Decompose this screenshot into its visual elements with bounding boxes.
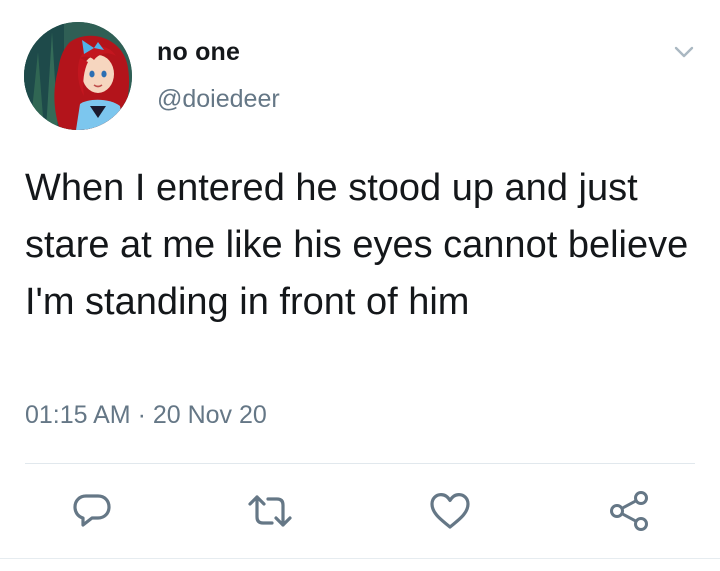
user-handle[interactable]: @doiedeer xyxy=(157,85,280,114)
display-name[interactable]: no one xyxy=(157,38,240,67)
reply-icon xyxy=(73,494,111,527)
retweet-icon xyxy=(248,495,292,527)
heart-icon xyxy=(430,493,470,529)
reply-button[interactable] xyxy=(67,486,117,536)
divider xyxy=(25,463,695,464)
tweet-card: no one @doiedeer When I entered he stood… xyxy=(0,0,720,571)
tweet-timestamp[interactable]: 01:15 AM · 20 Nov 20 xyxy=(25,401,267,430)
bottom-divider xyxy=(0,558,720,559)
share-button[interactable] xyxy=(604,486,654,536)
action-bar xyxy=(0,486,720,536)
avatar-image xyxy=(24,22,132,130)
retweet-button[interactable] xyxy=(245,486,295,536)
chevron-down-icon[interactable] xyxy=(670,38,698,66)
like-button[interactable] xyxy=(425,486,475,536)
share-icon xyxy=(610,491,648,531)
tweet-text: When I entered he stood up and just star… xyxy=(25,167,689,323)
avatar[interactable] xyxy=(24,22,132,130)
